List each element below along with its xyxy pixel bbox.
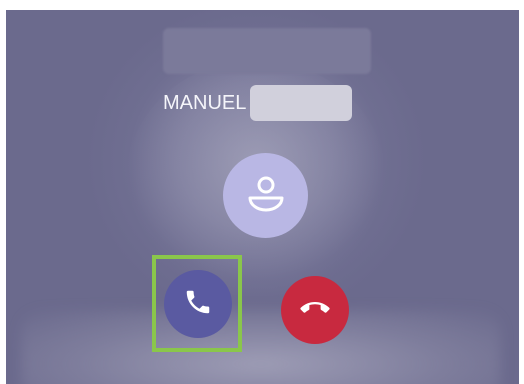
incoming-call-screen: MANUEL xyxy=(0,0,524,384)
call-background: MANUEL xyxy=(6,10,519,384)
person-icon xyxy=(244,172,288,220)
decline-call-button[interactable] xyxy=(281,276,349,344)
caller-name: MANUEL xyxy=(163,91,247,114)
caller-info: MANUEL xyxy=(163,83,353,123)
phone-icon xyxy=(183,287,213,321)
redacted-caller-surname xyxy=(250,85,353,121)
caller-avatar xyxy=(223,153,308,238)
phone-hangup-icon xyxy=(300,293,330,327)
blurred-header-bar xyxy=(163,28,371,74)
accept-call-button[interactable] xyxy=(164,270,232,338)
call-controls-dock xyxy=(21,310,501,384)
